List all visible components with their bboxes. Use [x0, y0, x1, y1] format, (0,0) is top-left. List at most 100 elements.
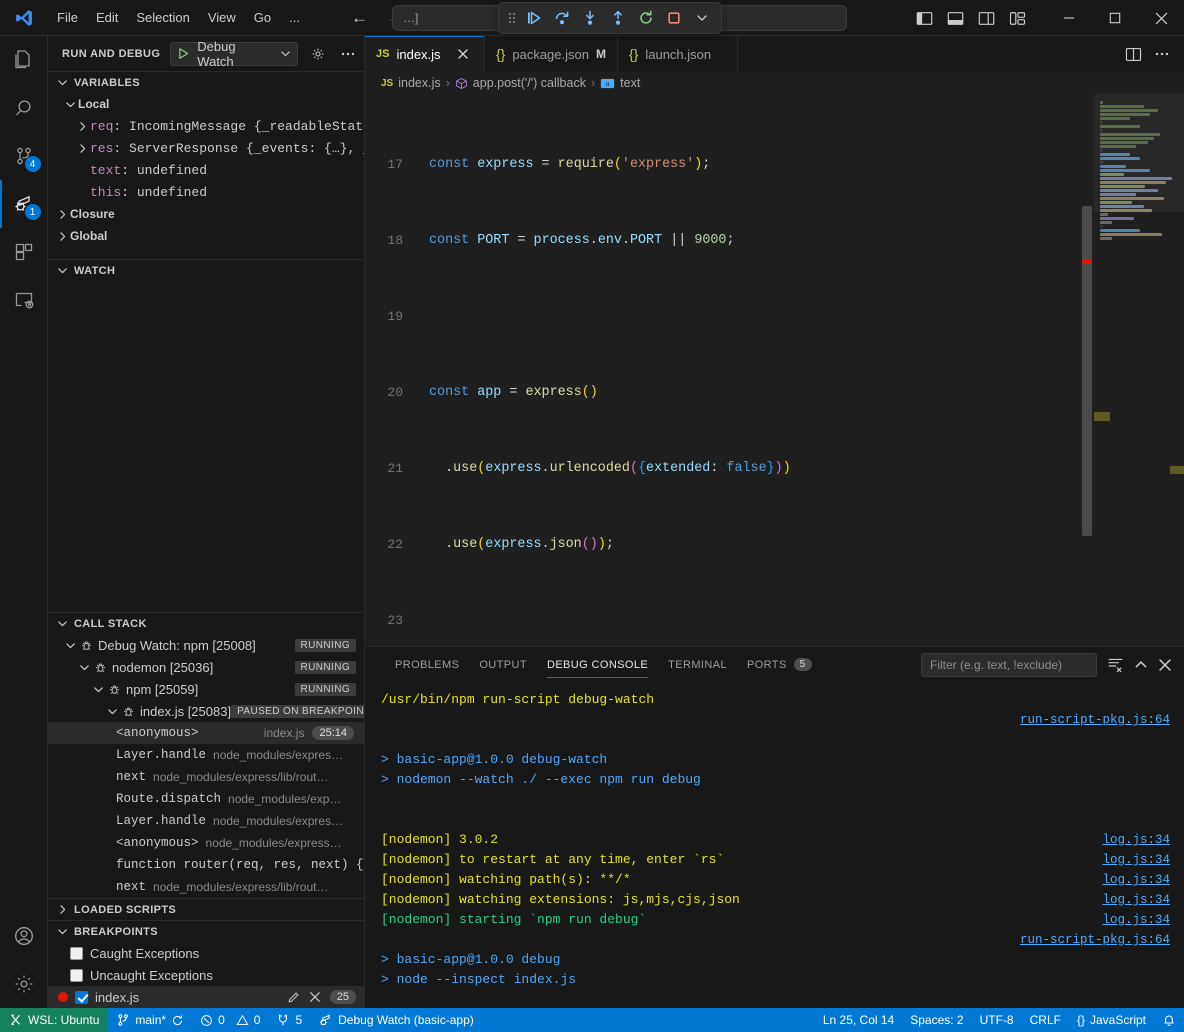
menu-go[interactable]: Go [245, 6, 280, 29]
section-loaded-scripts-header[interactable]: LOADED SCRIPTS [48, 898, 364, 920]
console-source-link[interactable]: log.js:34 [1102, 870, 1170, 890]
breakpoint-caught-exceptions[interactable]: Caught Exceptions [48, 942, 364, 964]
console-source-link[interactable]: log.js:34 [1102, 830, 1170, 850]
status-problems[interactable]: 0 0 [192, 1008, 268, 1032]
minimap-slider[interactable] [1094, 94, 1184, 212]
launch-configuration-dropdown[interactable]: Debug Watch [170, 42, 298, 66]
breadcrumb-symbol-callback[interactable]: app.post('/') callback [455, 76, 586, 90]
section-breakpoints-header[interactable]: BREAKPOINTS [48, 920, 364, 942]
editor-vertical-scrollbar[interactable] [1080, 94, 1094, 646]
restart-button[interactable] [633, 5, 659, 31]
menu-view[interactable]: View [199, 6, 245, 29]
panel-tab-debug-console[interactable]: DEBUG CONSOLE [537, 647, 658, 682]
scrollbar-thumb[interactable] [1082, 206, 1092, 536]
editor-more-actions-icon[interactable] [1154, 46, 1170, 62]
status-debug-session[interactable]: Debug Watch (basic-app) [310, 1008, 482, 1032]
toggle-secondary-sidebar-icon[interactable] [978, 10, 995, 27]
close-panel-icon[interactable] [1158, 658, 1172, 672]
line-text[interactable]: .use(express.json()); [419, 535, 1094, 554]
remove-breakpoint-icon[interactable] [309, 991, 321, 1003]
continue-button[interactable] [521, 5, 547, 31]
activitybar-item-settings[interactable] [0, 960, 48, 1008]
status-encoding[interactable]: UTF-8 [972, 1008, 1022, 1032]
gear-icon[interactable] [308, 43, 328, 65]
menu-file[interactable]: File [48, 6, 87, 29]
section-callstack-header[interactable]: CALL STACK [48, 612, 364, 634]
stop-button[interactable] [661, 5, 687, 31]
callstack-frame-row[interactable]: <anonymous> index.js 25:14 [48, 722, 364, 744]
callstack-frame-row[interactable]: Route.dispatch node_modules/exp… [48, 788, 364, 810]
status-indentation[interactable]: Spaces: 2 [902, 1008, 971, 1032]
split-editor-icon[interactable] [1125, 46, 1142, 63]
close-icon[interactable] [454, 45, 472, 63]
activitybar-item-extensions[interactable] [0, 228, 48, 276]
close-button[interactable] [1138, 0, 1184, 36]
line-number[interactable]: 22 [365, 535, 419, 554]
status-branch[interactable]: main* [108, 1008, 192, 1032]
variables-scope-global[interactable]: Global [48, 225, 364, 247]
variable-row-req[interactable]: req: IncomingMessage {_readableState: … [48, 115, 364, 137]
step-out-button[interactable] [605, 5, 631, 31]
editor-tab-indexjs[interactable]: JS index.js [365, 36, 485, 72]
line-number[interactable]: 23 [365, 611, 419, 630]
collapse-panel-icon[interactable] [1134, 658, 1148, 672]
callstack-frame-row[interactable]: next node_modules/express/lib/rout… [48, 766, 364, 788]
sidebar-more-actions-icon[interactable] [338, 43, 358, 65]
step-over-button[interactable] [549, 5, 575, 31]
callstack-frame-row[interactable]: next node_modules/express/lib/rout… [48, 876, 364, 898]
step-into-button[interactable] [577, 5, 603, 31]
activitybar-item-run-and-debug[interactable]: 1 [0, 180, 48, 228]
console-source-link[interactable]: run-script-pkg.js:64 [1020, 710, 1170, 730]
back-arrow-icon[interactable]: ← [351, 8, 368, 28]
status-ports[interactable]: 5 [268, 1008, 310, 1032]
status-eol[interactable]: CRLF [1022, 1008, 1069, 1032]
code-content[interactable]: 17const express = require('express'); 18… [365, 94, 1094, 646]
callstack-session-debug-watch[interactable]: Debug Watch: npm [25008] RUNNING [48, 634, 364, 656]
editor-tab-packagejson[interactable]: {} package.json M [485, 36, 618, 72]
debug-console-output[interactable]: /usr/bin/npm run-script debug-watch run-… [365, 682, 1184, 1008]
checkbox[interactable] [70, 947, 83, 960]
status-notifications[interactable] [1154, 1008, 1184, 1032]
section-variables-header[interactable]: VARIABLES [48, 71, 364, 93]
menu-more[interactable]: ... [280, 6, 309, 29]
line-text[interactable]: const app = express() [419, 383, 1094, 402]
callstack-frame-row[interactable]: <anonymous> node_modules/express… [48, 832, 364, 854]
line-text[interactable]: .use(express.urlencoded({extended: false… [419, 459, 1094, 478]
callstack-frame-row[interactable]: Layer.handle node_modules/expres… [48, 810, 364, 832]
menu-edit[interactable]: Edit [87, 6, 127, 29]
checkbox[interactable] [75, 991, 88, 1004]
minimize-button[interactable] [1046, 0, 1092, 36]
status-cursor-position[interactable]: Ln 25, Col 14 [815, 1008, 902, 1032]
activitybar-item-remote-explorer[interactable] [0, 276, 48, 324]
callstack-session-nodemon[interactable]: nodemon [25036] RUNNING [48, 656, 364, 678]
edit-pencil-icon[interactable] [287, 991, 300, 1004]
activitybar-item-explorer[interactable] [0, 36, 48, 84]
start-debug-icon[interactable] [177, 47, 190, 60]
panel-tab-terminal[interactable]: TERMINAL [658, 647, 737, 682]
breakpoint-uncaught-exceptions[interactable]: Uncaught Exceptions [48, 964, 364, 986]
watch-expressions-list[interactable] [48, 281, 364, 612]
panel-tab-problems[interactable]: PROBLEMS [385, 647, 469, 682]
console-source-link[interactable]: log.js:34 [1102, 850, 1170, 870]
variable-row-this[interactable]: this: undefined [48, 181, 364, 203]
panel-tab-output[interactable]: OUTPUT [469, 647, 537, 682]
line-text[interactable]: const PORT = process.env.PORT || 9000; [419, 231, 1094, 250]
code-scroll-area[interactable]: 17const express = require('express'); 18… [365, 94, 1094, 646]
status-remote-indicator[interactable]: WSL: Ubuntu [0, 1008, 108, 1032]
variables-scope-local[interactable]: Local [48, 93, 364, 115]
sync-icon[interactable] [171, 1014, 184, 1027]
section-watch-header[interactable]: WATCH [48, 259, 364, 281]
console-filter-input[interactable]: Filter (e.g. text, !exclude) [921, 653, 1097, 677]
toggle-primary-sidebar-icon[interactable] [916, 10, 933, 27]
variable-row-text[interactable]: text: undefined [48, 159, 364, 181]
variables-scope-closure[interactable]: Closure [48, 203, 364, 225]
activitybar-item-accounts[interactable] [0, 912, 48, 960]
line-number[interactable]: 21 [365, 459, 419, 478]
line-number[interactable]: 20 [365, 383, 419, 402]
debug-more-button[interactable] [689, 5, 715, 31]
breadcrumb-symbol-text[interactable]: α text [600, 76, 640, 90]
breadcrumb-file[interactable]: JS index.js [381, 76, 441, 90]
breakpoint-indexjs[interactable]: index.js 25 [48, 986, 364, 1008]
console-source-link[interactable]: log.js:34 [1102, 910, 1170, 930]
activitybar-item-source-control[interactable]: 4 [0, 132, 48, 180]
